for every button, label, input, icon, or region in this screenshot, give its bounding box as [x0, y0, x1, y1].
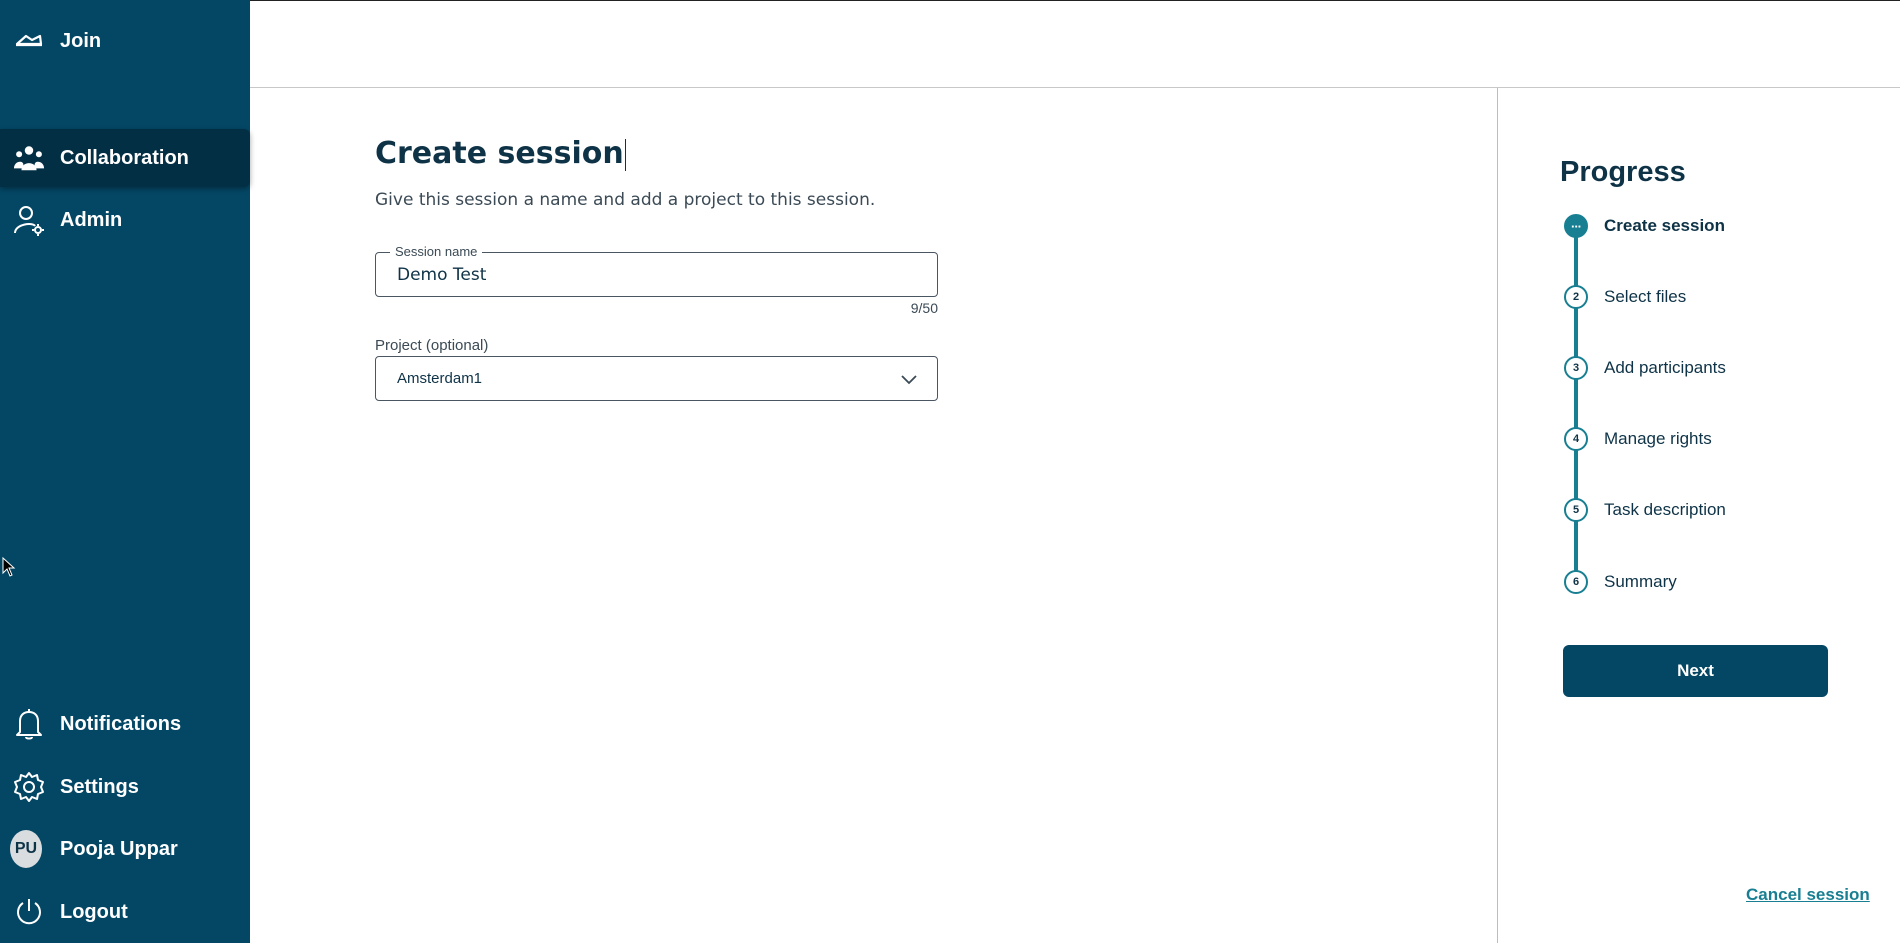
gear-icon: [13, 771, 45, 803]
next-button[interactable]: Next: [1563, 645, 1828, 697]
step-select-files: 2 Select files: [1564, 285, 1686, 309]
group-icon: [13, 142, 45, 174]
step-label: Select files: [1604, 287, 1687, 306]
step-summary: 6 Summary: [1564, 570, 1677, 594]
sidebar-item-settings[interactable]: Settings: [0, 758, 250, 816]
mouse-cursor-icon: [2, 556, 16, 577]
cancel-session-link[interactable]: Cancel session: [1746, 885, 1870, 905]
session-name-legend: Session name: [390, 244, 483, 259]
power-icon: [13, 896, 45, 928]
step-label: Summary: [1604, 572, 1677, 591]
step-label: Create session: [1604, 216, 1725, 235]
progress-title: Progress: [1560, 156, 1686, 188]
sidebar: Join Collaboration Admin Notifications S…: [0, 0, 250, 943]
step-task-description: 5 Task description: [1564, 498, 1726, 522]
sidebar-item-notifications[interactable]: Notifications: [0, 695, 250, 753]
step-indicator: 3: [1564, 356, 1588, 380]
main-content: Create session Give this session a name …: [250, 88, 1498, 943]
sidebar-item-label: Admin: [60, 208, 123, 231]
project-select[interactable]: Amsterdam1: [375, 356, 938, 401]
step-create-session: ··· Create session: [1564, 214, 1725, 238]
top-bar: [250, 0, 1900, 88]
sidebar-item-label: Pooja Uppar: [60, 837, 178, 860]
step-label: Manage rights: [1604, 429, 1712, 448]
sidebar-item-admin[interactable]: Admin: [0, 191, 250, 249]
avatar: PU: [10, 830, 42, 868]
cloud-join-icon: [13, 25, 45, 57]
project-selected-value: Amsterdam1: [397, 370, 483, 387]
sidebar-item-label: Settings: [60, 775, 139, 798]
progress-track: [1574, 228, 1578, 583]
step-indicator: 4: [1564, 427, 1588, 451]
character-counter: 9/50: [910, 300, 938, 316]
user-gear-icon: [13, 204, 45, 236]
page-title: Create session: [375, 136, 626, 171]
sidebar-item-logout[interactable]: Logout: [0, 883, 250, 941]
sidebar-item-join[interactable]: Join: [0, 12, 250, 70]
sidebar-item-label: Collaboration: [60, 146, 189, 169]
sidebar-item-collaboration[interactable]: Collaboration: [0, 129, 250, 187]
step-indicator: ···: [1564, 214, 1588, 238]
sidebar-item-profile[interactable]: PU Pooja Uppar: [0, 820, 250, 878]
chevron-down-icon: [899, 369, 919, 389]
session-name-field: Session name: [375, 244, 938, 297]
step-indicator: 2: [1564, 285, 1588, 309]
step-indicator: 5: [1564, 498, 1588, 522]
step-add-participants: 3 Add participants: [1564, 356, 1726, 380]
bell-icon: [13, 708, 45, 740]
session-name-input[interactable]: [397, 263, 917, 287]
project-label: Project (optional): [375, 337, 489, 354]
step-manage-rights: 4 Manage rights: [1564, 427, 1712, 451]
progress-panel: Progress ··· Create session 2 Select fil…: [1497, 88, 1900, 943]
sidebar-item-label: Logout: [60, 900, 128, 923]
page-subtitle: Give this session a name and add a proje…: [375, 190, 876, 210]
sidebar-item-label: Notifications: [60, 712, 182, 735]
sidebar-item-label: Join: [60, 29, 102, 52]
text-caret: [624, 138, 626, 171]
step-label: Task description: [1604, 500, 1726, 519]
step-label: Add participants: [1604, 358, 1726, 377]
step-indicator: 6: [1564, 570, 1588, 594]
